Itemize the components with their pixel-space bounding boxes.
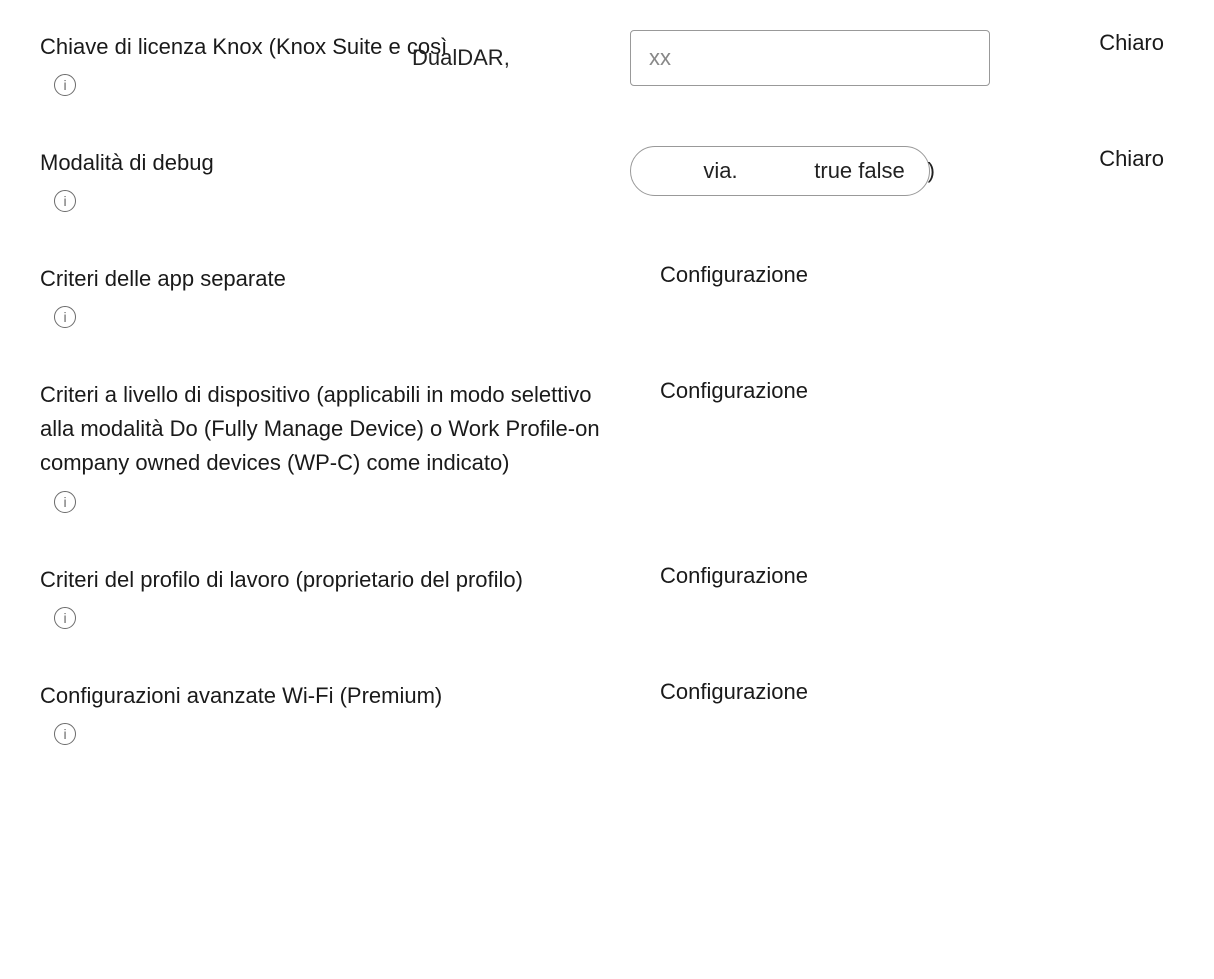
control-col: via. true false ) xyxy=(630,146,1010,196)
row-device-level: Criteri a livello di dispositivo (applic… xyxy=(40,378,1174,512)
segment-true-false[interactable]: true false xyxy=(790,158,929,184)
device-level-label: Criteri a livello di dispositivo (applic… xyxy=(40,378,620,480)
info-icon[interactable]: i xyxy=(54,491,76,513)
row-knox-license: Chiave di licenza Knox (Knox Suite e cos… xyxy=(40,30,1174,96)
info-icon[interactable]: i xyxy=(54,74,76,96)
row-debug-mode: Modalità di debug i via. true false ) Ch… xyxy=(40,146,1174,212)
debug-segmented-control: via. true false ) xyxy=(630,146,930,196)
row-work-profile: Criteri del profilo di lavoro (proprieta… xyxy=(40,563,1174,629)
segment-via[interactable]: via. xyxy=(631,158,790,184)
info-icon[interactable]: i xyxy=(54,607,76,629)
knox-license-label: Chiave di licenza Knox (Knox Suite e cos… xyxy=(40,30,447,64)
row-separate-apps: Criteri delle app separate i Configurazi… xyxy=(40,262,1174,328)
configure-link[interactable]: Configurazione xyxy=(630,378,1010,404)
debug-mode-label: Modalità di debug xyxy=(40,146,214,180)
label-col: Criteri delle app separate i xyxy=(40,262,620,328)
label-col: Configurazioni avanzate Wi-Fi (Premium) … xyxy=(40,679,620,745)
label-col: Modalità di debug i xyxy=(40,146,620,212)
knox-license-input[interactable] xyxy=(630,30,990,86)
label-col: Criteri a livello di dispositivo (applic… xyxy=(40,378,620,512)
row-wifi-advanced: Configurazioni avanzate Wi-Fi (Premium) … xyxy=(40,679,1174,745)
clear-action[interactable]: Chiaro xyxy=(1020,146,1174,172)
label-col: Chiave di licenza Knox (Knox Suite e cos… xyxy=(40,30,620,96)
info-icon[interactable]: i xyxy=(54,190,76,212)
wifi-advanced-label: Configurazioni avanzate Wi-Fi (Premium) xyxy=(40,679,442,713)
info-icon[interactable]: i xyxy=(54,306,76,328)
configure-link[interactable]: Configurazione xyxy=(630,262,1010,288)
configure-link[interactable]: Configurazione xyxy=(630,679,1010,705)
control-col: DualDAR, xyxy=(630,30,1010,86)
clear-action[interactable]: Chiaro xyxy=(1020,30,1174,56)
info-icon[interactable]: i xyxy=(54,723,76,745)
label-col: Criteri del profilo di lavoro (proprieta… xyxy=(40,563,620,629)
configure-link[interactable]: Configurazione xyxy=(630,563,1010,589)
separate-apps-label: Criteri delle app separate xyxy=(40,262,286,296)
segment-trailing-paren: ) xyxy=(928,158,935,184)
work-profile-label: Criteri del profilo di lavoro (proprieta… xyxy=(40,563,523,597)
